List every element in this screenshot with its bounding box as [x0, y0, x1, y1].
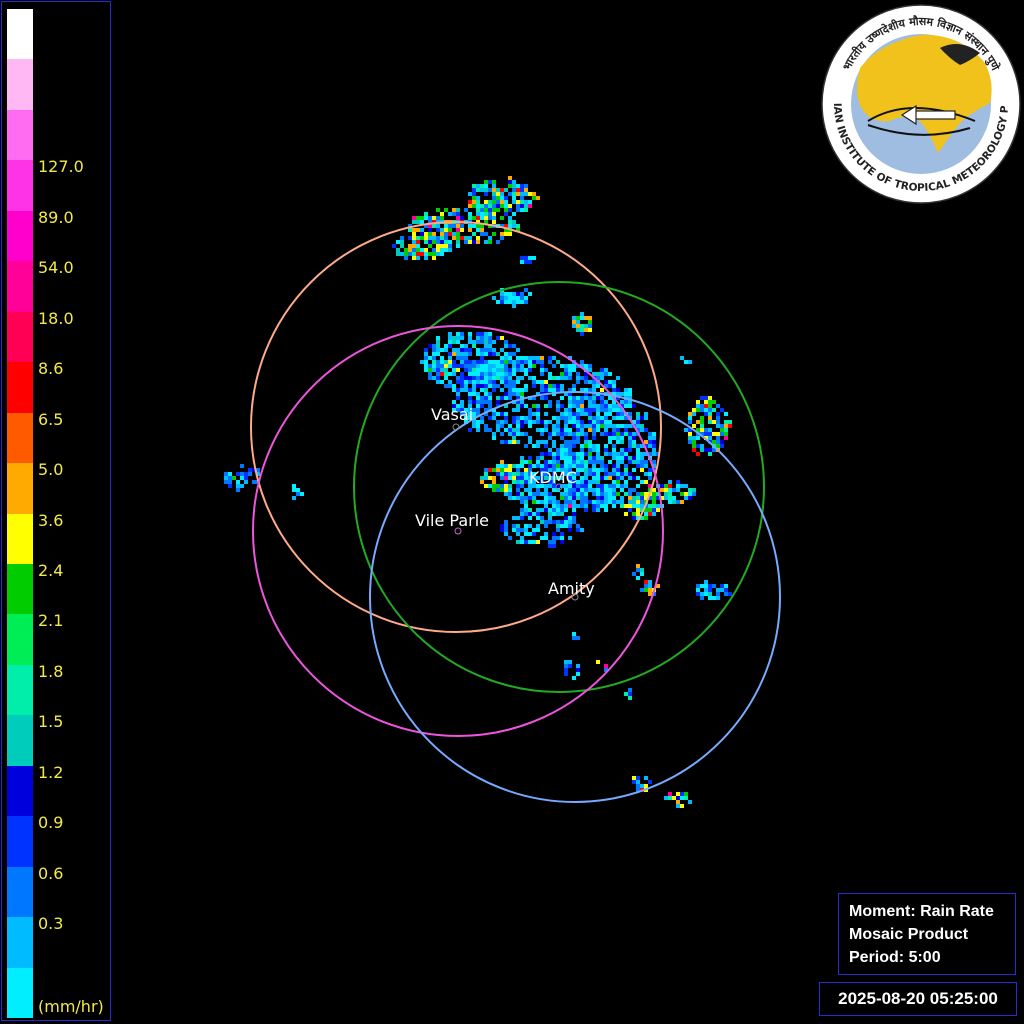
radar-mosaic-view: 127.0 89.0 54.0 18.0 8.6 6.5 5.0 3.6 2.4 2.1 1.8 1.…	[0, 0, 1024, 1024]
iitm-logo: भारतीय उष्णदेशीय मौसम विज्ञान संस्थान पु…	[820, 3, 1021, 204]
timestamp-box: 2025-08-20 05:25:00	[819, 982, 1017, 1016]
site-label-vasai: Vasai	[431, 405, 473, 424]
rain-echoes	[224, 176, 732, 808]
site-label-vile-parle: Vile Parle	[415, 511, 489, 530]
site-label-kdmc: KDMC	[529, 468, 577, 487]
moment-label: Moment: Rain Rate	[849, 903, 994, 920]
product-label: Mosaic Product	[849, 926, 969, 943]
range-ring-vile-parle	[252, 325, 664, 737]
site-label-amity: Amity	[548, 579, 595, 598]
product-info-box: Moment: Rain Rate Mosaic Product Period:…	[838, 893, 1016, 975]
period-label: Period: 5:00	[849, 949, 941, 966]
